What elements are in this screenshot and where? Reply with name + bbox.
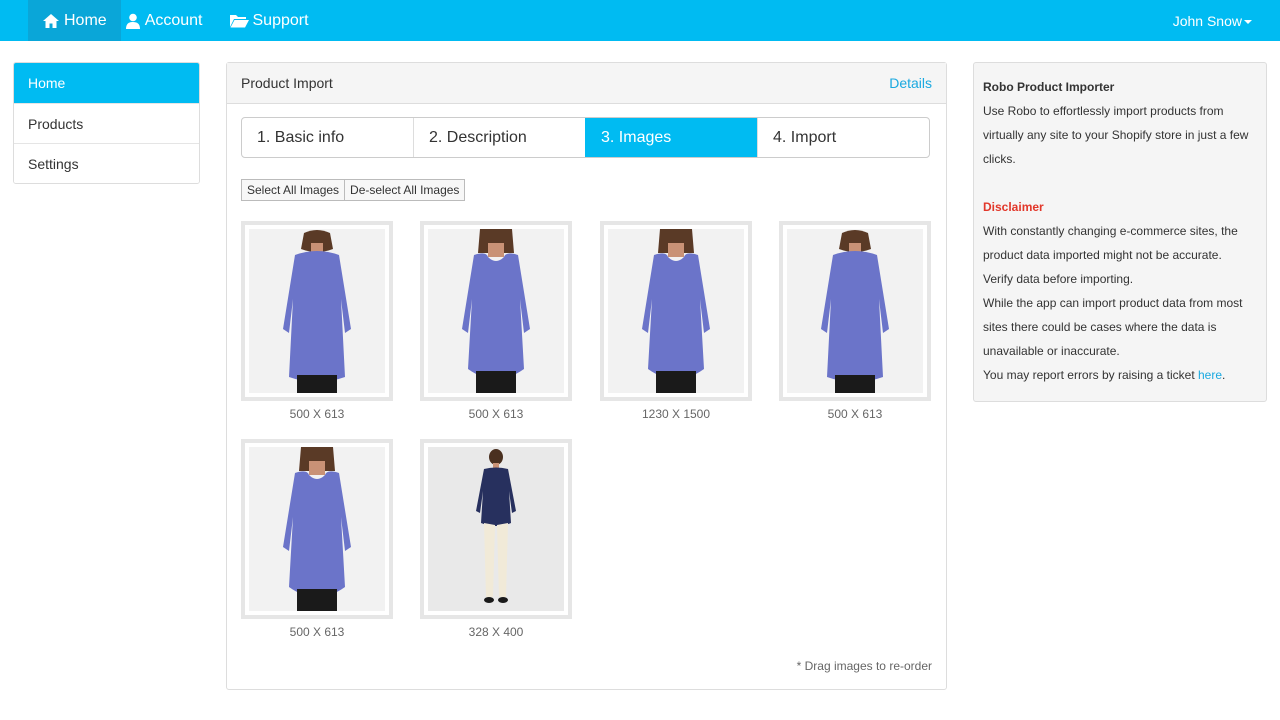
panel-header: Product Import Details: [227, 63, 946, 104]
shirt-back-photo: [283, 230, 351, 393]
image-dimensions: 500 X 613: [289, 625, 345, 639]
image-card: 500 X 613: [241, 439, 393, 639]
product-image: [249, 229, 385, 393]
sidebar: Home Products Settings: [13, 62, 200, 184]
info-panel: Robo Product Importer Use Robo to effort…: [973, 62, 1267, 402]
caret-down-icon: [1244, 19, 1252, 24]
image-select-buttons: Select All Images De-select All Images: [241, 179, 466, 201]
shirt-front-photo: [283, 447, 351, 611]
folder-open-icon: [229, 15, 249, 28]
disclaimer-text-1: With constantly changing e-commerce site…: [983, 224, 1238, 262]
product-image-thumbnail[interactable]: [779, 221, 931, 401]
product-image-thumbnail[interactable]: [241, 221, 393, 401]
product-image-thumbnail[interactable]: [241, 439, 393, 619]
nav-support-label: Support: [252, 11, 309, 29]
shirt-front-photo: [642, 229, 710, 393]
product-import-panel: Product Import Details 1. Basic info 2. …: [226, 62, 947, 690]
select-all-images-button[interactable]: Select All Images: [241, 179, 346, 201]
nav-account-label: Account: [144, 11, 203, 29]
image-card: 328 X 400: [420, 439, 572, 639]
step-basic-info[interactable]: 1. Basic info: [242, 118, 413, 157]
image-card: 500 X 613: [420, 221, 572, 421]
step-import[interactable]: 4. Import: [757, 118, 929, 157]
image-card: 1230 X 1500: [600, 221, 752, 421]
user-name: John Snow: [1172, 12, 1242, 29]
sidebar-item-products[interactable]: Products: [14, 103, 199, 143]
panel-title: Product Import: [241, 75, 333, 91]
product-image: [428, 447, 564, 611]
product-image: [608, 229, 744, 393]
wizard-steps: 1. Basic info 2. Description 3. Images 4…: [241, 117, 930, 158]
nav-home-label: Home: [64, 11, 107, 29]
disclaimer-text-3: While the app can import product data fr…: [983, 296, 1243, 358]
report-text: You may report errors by raising a ticke…: [983, 368, 1198, 382]
image-dimensions: 500 X 613: [827, 407, 883, 421]
product-image-thumbnail[interactable]: [600, 221, 752, 401]
nav-left: Home Account Support: [28, 0, 323, 41]
top-navbar: Home Account Support John Snow: [0, 0, 1280, 41]
image-dimensions: 500 X 613: [289, 407, 345, 421]
shirt-back-photo: [821, 230, 889, 393]
image-dimensions: 328 X 400: [468, 625, 524, 639]
image-dimensions: 500 X 613: [468, 407, 524, 421]
disclaimer-text-2: Verify data before importing.: [983, 272, 1134, 286]
user-menu[interactable]: John Snow: [1173, 0, 1280, 41]
product-image: [249, 447, 385, 611]
deselect-all-images-button[interactable]: De-select All Images: [345, 179, 466, 201]
sidebar-item-home[interactable]: Home: [14, 63, 199, 103]
drag-note: * Drag images to re-order: [796, 659, 932, 673]
shirt-front-photo: [462, 229, 530, 393]
nav-home[interactable]: Home: [28, 0, 121, 41]
step-images[interactable]: 3. Images: [585, 118, 757, 157]
info-title: Robo Product Importer: [983, 80, 1115, 94]
image-card: 500 X 613: [241, 221, 393, 421]
home-icon: [43, 13, 59, 28]
product-image: [428, 229, 564, 393]
disclaimer-heading: Disclaimer: [983, 200, 1044, 214]
nav-account[interactable]: Account: [121, 0, 217, 41]
product-image-thumbnail[interactable]: [420, 439, 572, 619]
report-end: .: [1222, 368, 1226, 382]
product-image: [787, 229, 923, 393]
full-body-outfit-photo: [476, 449, 516, 603]
report-here-link[interactable]: here: [1198, 368, 1222, 382]
product-image-thumbnail[interactable]: [420, 221, 572, 401]
nav-support[interactable]: Support: [217, 0, 323, 41]
details-link[interactable]: Details: [889, 75, 932, 91]
image-dimensions: 1230 X 1500: [641, 407, 711, 421]
user-icon: [125, 13, 140, 29]
info-intro: Use Robo to effortlessly import products…: [983, 104, 1249, 166]
step-description[interactable]: 2. Description: [413, 118, 585, 157]
image-card: 500 X 613: [779, 221, 931, 421]
report-line: You may report errors by raising a ticke…: [983, 363, 1257, 387]
sidebar-item-settings[interactable]: Settings: [14, 143, 199, 183]
